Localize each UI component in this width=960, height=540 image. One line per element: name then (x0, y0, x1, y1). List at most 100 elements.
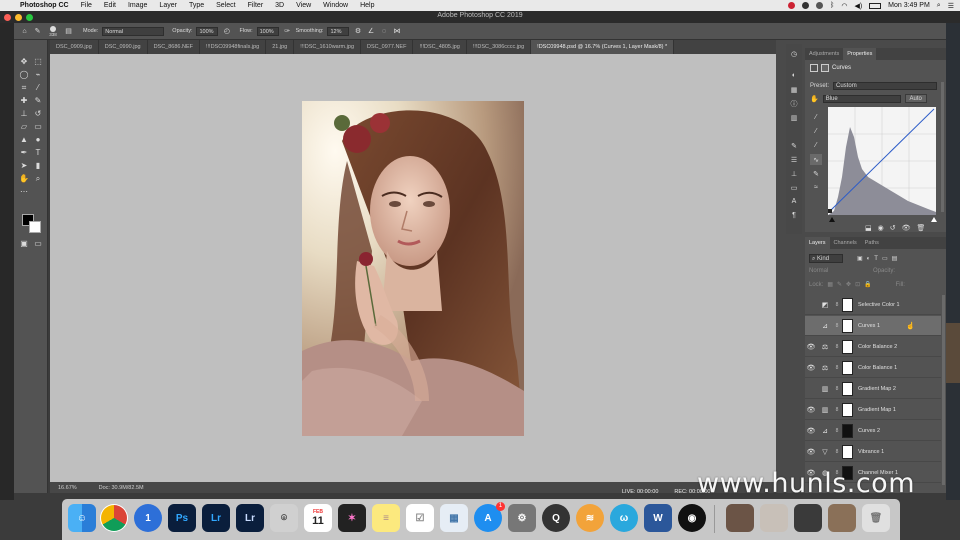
menu-select[interactable]: Select (210, 2, 241, 9)
tab-document[interactable]: !!!DSC_3086cccc.jpg (467, 40, 532, 54)
spotlight-icon[interactable]: ⌕ (937, 2, 941, 10)
info-icon[interactable]: ⓘ (788, 98, 800, 109)
marquee-tool-icon[interactable]: ⬚ (32, 56, 44, 67)
channel-select[interactable]: Blue (822, 94, 901, 103)
kind-select[interactable]: ⌕ Kind (809, 254, 843, 263)
mask-link-icon[interactable]: 8 (834, 428, 840, 434)
mask-link-icon[interactable]: 8 (834, 365, 840, 371)
wunderlist-icon[interactable]: ω (610, 504, 638, 532)
lightroom-classic-icon[interactable]: Lr (236, 504, 264, 532)
tab-paths[interactable]: Paths (861, 237, 883, 249)
opacity-pressure-icon[interactable]: ◴ (222, 27, 231, 36)
clone-stamp-tool-icon[interactable]: ⊥ (18, 108, 30, 119)
edit-points-icon[interactable]: ∿ (810, 154, 822, 165)
auto-button[interactable]: Auto (904, 94, 927, 103)
notification-center-icon[interactable]: ☰ (948, 2, 954, 10)
tab-document[interactable]: !!!DSC_4805.jpg (413, 40, 467, 54)
layer-mask-thumbnail[interactable] (842, 444, 853, 459)
word-icon[interactable]: W (644, 504, 672, 532)
type-tool-icon[interactable]: T (32, 147, 44, 158)
color-sync-icon[interactable]: ≋ (576, 504, 604, 532)
move-tool-icon[interactable]: ✥ (18, 56, 30, 67)
menu-type[interactable]: Type (183, 2, 210, 9)
brushes-icon[interactable]: ✎ (788, 140, 800, 151)
layer-row[interactable]: ◩ 8 Selective Color 1 (805, 295, 941, 315)
target-adjust-icon[interactable]: ✋ (810, 95, 819, 103)
menu-edit[interactable]: Edit (98, 2, 122, 9)
tab-document[interactable]: DSC_8686.NEF (148, 40, 200, 54)
layer-mask-thumbnail[interactable] (842, 360, 853, 375)
mask-link-icon[interactable]: 8 (834, 449, 840, 455)
menu-filter[interactable]: Filter (242, 2, 270, 9)
mask-link-icon[interactable]: 8 (834, 407, 840, 413)
sample-white-icon[interactable]: ⁄ (810, 140, 822, 151)
brush-settings-panel-icon[interactable]: ☰ (788, 154, 800, 165)
dodge-tool-icon[interactable]: ● (32, 134, 44, 145)
layer-mask-thumbnail[interactable] (842, 381, 853, 396)
zoom-level[interactable]: 16.67% (58, 485, 77, 491)
lasso-tool-icon[interactable]: ◯ (18, 69, 30, 80)
filter-pixel-icon[interactable]: ▣ (857, 255, 863, 262)
size-pressure-icon[interactable]: ◌ (379, 27, 388, 36)
view-previous-icon[interactable]: ◉ (878, 224, 884, 232)
smooth-curve-icon[interactable]: ≈ (810, 182, 822, 193)
visibility-eye-icon[interactable]: 👁 (805, 448, 817, 456)
lock-artboard-icon[interactable]: ⊡ (855, 281, 860, 288)
path-select-tool-icon[interactable]: ➤ (18, 160, 30, 171)
layer-name[interactable]: Selective Color 1 (858, 302, 900, 308)
menu-extra-icon[interactable] (802, 2, 810, 9)
color-icon[interactable]: ◐ (788, 70, 800, 81)
blend-mode-select[interactable]: Normal (809, 268, 865, 274)
background-color-swatch[interactable] (29, 221, 41, 233)
eraser-tool-icon[interactable]: ▱ (18, 121, 30, 132)
menu-layer[interactable]: Layer (153, 2, 183, 9)
preset-select[interactable]: Custom (833, 82, 938, 90)
curves-graph[interactable] (828, 107, 936, 215)
menu-file[interactable]: File (75, 2, 98, 9)
quick-select-tool-icon[interactable]: ⌁ (32, 69, 44, 80)
character-icon[interactable]: A (788, 196, 800, 207)
symmetry-icon[interactable]: ⋈ (392, 27, 401, 36)
layers-scrollbar[interactable] (942, 295, 945, 485)
sample-gray-icon[interactable]: ⁄ (810, 126, 822, 137)
mode-select[interactable]: Normal (102, 26, 165, 36)
layer-mask-icon[interactable] (821, 64, 829, 72)
history-icon[interactable]: ◷ (788, 48, 800, 59)
shape-tool-icon[interactable]: ▮ (32, 160, 44, 171)
visibility-eye-icon[interactable]: 👁 (805, 364, 817, 372)
document-photo[interactable] (302, 101, 524, 436)
sample-black-icon[interactable]: ⁄ (810, 112, 822, 123)
lightroom-icon[interactable]: Lr (202, 504, 230, 532)
lock-paint-icon[interactable]: ✎ (837, 281, 842, 288)
obs-icon[interactable]: ◉ (678, 504, 706, 532)
final-cut-icon[interactable]: ✶ (338, 504, 366, 532)
tab-document[interactable]: 21.jpg (266, 40, 295, 54)
layer-name[interactable]: Curves 1 (858, 323, 880, 329)
more-tools-icon[interactable]: ⋯ (18, 186, 30, 197)
angle-icon[interactable]: ∠ (366, 27, 375, 36)
visibility-eye-icon[interactable]: 👁 (805, 406, 817, 414)
gradient-tool-icon[interactable]: ▭ (32, 121, 44, 132)
brush-settings-icon[interactable]: ▤ (64, 27, 73, 36)
menu-window[interactable]: Window (317, 2, 354, 9)
black-point-slider[interactable] (829, 217, 835, 222)
tab-layers[interactable]: Layers (805, 237, 830, 249)
tab-document[interactable]: !!!DSC09948finals.jpg (200, 40, 267, 54)
brush-preset-picker[interactable]: 338 (46, 25, 60, 37)
lock-all-icon[interactable]: 🔒 (864, 281, 871, 288)
doc-size[interactable]: Doc: 30.9M/82.5M (99, 485, 144, 491)
recent-file-thumbnail[interactable] (726, 504, 754, 532)
flow-field[interactable]: 100% (256, 26, 279, 36)
layer-row[interactable]: 👁 ▽ 8 Vibrance 1 (805, 442, 941, 462)
lock-position-icon[interactable]: ✥ (846, 281, 851, 288)
system-preferences-icon[interactable]: ⚙ (508, 504, 536, 532)
clone-source-icon[interactable]: ⊥ (788, 168, 800, 179)
tab-document[interactable]: DSC_0909.jpg (50, 40, 99, 54)
app-menu[interactable]: Photoshop CC (14, 2, 75, 9)
pen-tool-icon[interactable]: ✒ (18, 147, 30, 158)
mask-link-icon[interactable]: 8 (834, 302, 840, 308)
reset-icon[interactable]: ↺ (890, 224, 896, 232)
layer-mask-thumbnail[interactable] (842, 423, 853, 438)
libraries-icon[interactable]: ▥ (788, 112, 800, 123)
photoshop-icon[interactable]: Ps (168, 504, 196, 532)
